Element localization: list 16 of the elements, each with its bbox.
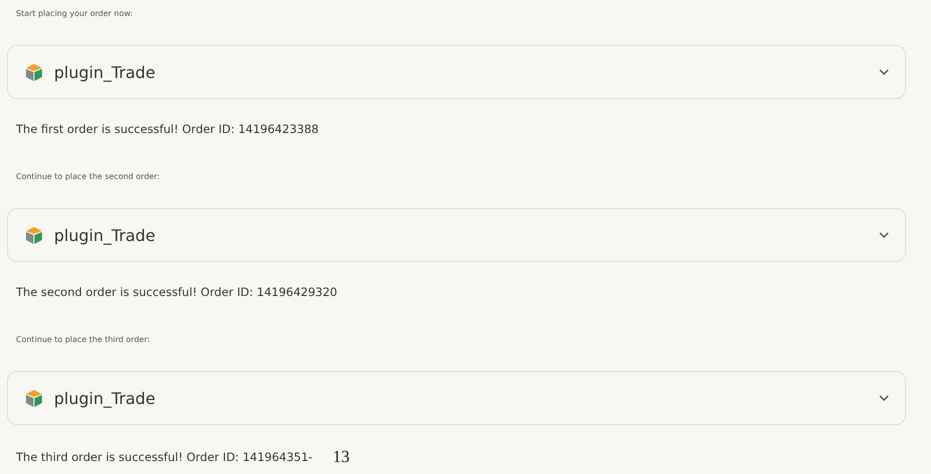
plugin-select[interactable]: plugin_Trade	[7, 208, 906, 262]
cube-logo-icon	[24, 62, 44, 82]
result-text: The third order is successful! Order ID: 141964351-	[16, 449, 313, 465]
result-text: The first order is successful! Order ID: 14196423388	[16, 121, 319, 137]
chevron-down-icon	[879, 395, 889, 401]
prompt-text: Start placing your order now:	[16, 8, 133, 20]
prompt-text: Continue to place the second order:	[16, 171, 160, 183]
prompt-text: Continue to place the third order:	[16, 334, 150, 346]
chevron-down-icon	[879, 69, 889, 75]
plugin-select[interactable]: plugin_Trade	[7, 45, 906, 99]
cube-logo-icon	[24, 388, 44, 408]
result-text: The second order is successful! Order ID: 14196429320	[16, 284, 338, 300]
result-suffix-text: 13	[332, 447, 350, 467]
chevron-down-icon	[879, 232, 889, 238]
plugin-select[interactable]: plugin_Trade	[7, 371, 906, 425]
cube-logo-icon	[24, 225, 44, 245]
